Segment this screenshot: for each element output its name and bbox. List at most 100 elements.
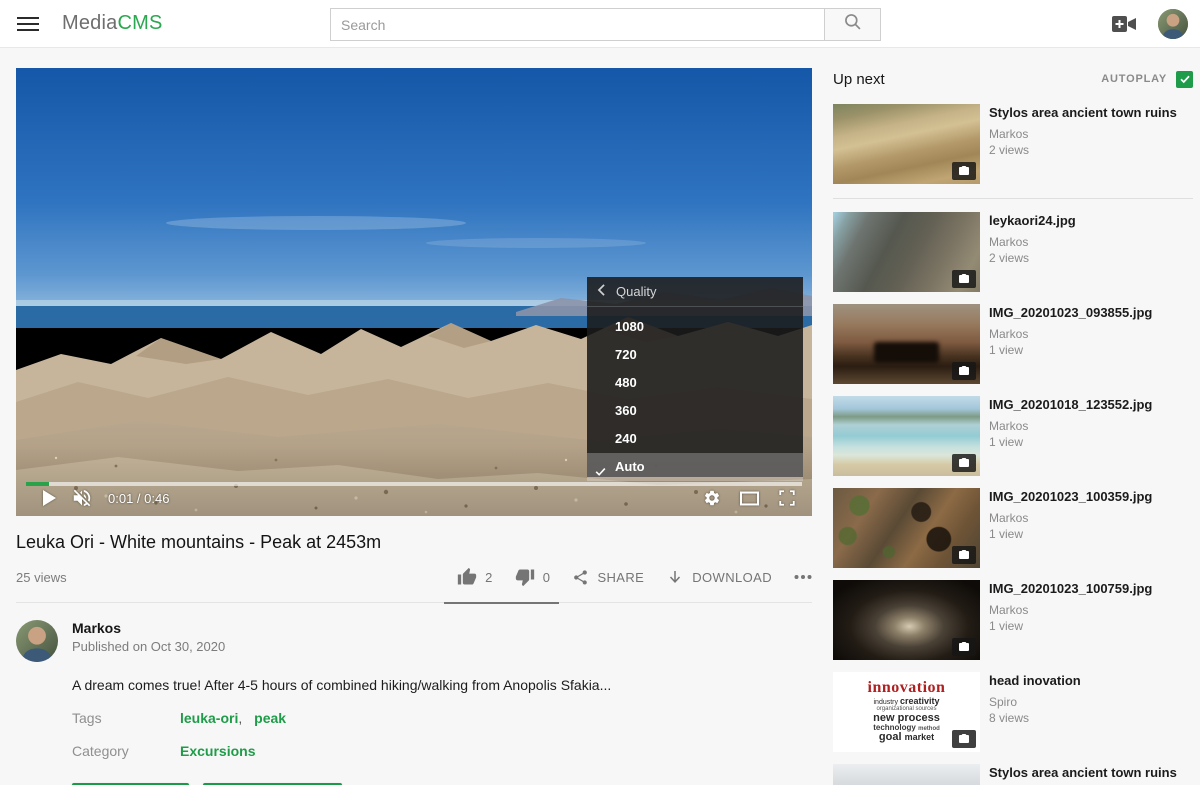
tags-row: Tags leuka-ori, peak — [72, 710, 812, 726]
thumbnail[interactable] — [833, 304, 980, 384]
quality-option-1080[interactable]: 1080 — [587, 313, 803, 341]
item-title[interactable]: leykaori24.jpg — [989, 213, 1076, 229]
item-title[interactable]: Stylos area ancient town ruins — [989, 105, 1177, 121]
item-title[interactable]: IMG_20201023_093855.jpg — [989, 305, 1152, 321]
share-button[interactable]: SHARE — [572, 569, 644, 586]
item-views: 1 view — [989, 434, 1152, 450]
brand-logo[interactable]: MediaCMS — [62, 12, 163, 35]
share-label: SHARE — [597, 570, 644, 585]
up-next-title: Up next — [833, 71, 885, 88]
more-options-button[interactable] — [794, 574, 812, 580]
fullscreen-icon[interactable] — [778, 489, 796, 507]
thumbnail[interactable] — [833, 212, 980, 292]
tag-link-leuka-ori[interactable]: leuka-ori — [180, 710, 238, 726]
item-author: Markos — [989, 234, 1076, 250]
thumbnail[interactable] — [833, 104, 980, 184]
search-icon — [843, 12, 863, 37]
thumbnail-wordcloud[interactable]: innovation industry creativity organizat… — [833, 672, 980, 752]
search-bar — [330, 8, 881, 41]
author-name[interactable]: Markos — [72, 620, 225, 636]
mediacms-page: MediaCMS — [0, 0, 1200, 785]
settings-gear-icon[interactable] — [703, 489, 721, 507]
item-views: 2 views — [989, 250, 1076, 266]
upload-media-icon[interactable] — [1111, 14, 1137, 34]
thumb-up-icon — [457, 567, 477, 587]
quality-menu: Quality 1080 720 480 360 240 Auto — [587, 277, 803, 477]
user-avatar[interactable] — [1158, 9, 1188, 39]
list-item[interactable]: IMG_20201018_123552.jpg Markos 1 view — [833, 396, 1193, 476]
quality-menu-title: Quality — [616, 284, 656, 299]
quality-option-480[interactable]: 480 — [587, 369, 803, 397]
brand-media: Media — [62, 12, 117, 34]
item-title[interactable]: Stylos area ancient town ruins — [989, 765, 1177, 781]
item-info: IMG_20201023_093855.jpg Markos 1 view — [989, 304, 1152, 384]
item-title[interactable]: IMG_20201023_100359.jpg — [989, 489, 1152, 505]
player-controls-left: 0:01 / 0:46 — [42, 487, 169, 509]
thumb-down-icon — [515, 567, 535, 587]
check-icon — [1179, 73, 1191, 85]
autoplay-control: AUTOPLAY — [1101, 71, 1193, 88]
like-button[interactable]: 2 — [457, 567, 493, 587]
thumbnail[interactable] — [833, 580, 980, 660]
autoplay-checkbox[interactable] — [1176, 71, 1193, 88]
download-icon — [666, 568, 684, 586]
photo-camera-icon — [952, 270, 976, 288]
item-title[interactable]: IMG_20201018_123552.jpg — [989, 397, 1152, 413]
category-link-excursions[interactable]: Excursions — [180, 743, 255, 759]
wordcloud-word: innovation — [868, 680, 946, 697]
time-display: 0:01 / 0:46 — [108, 491, 169, 506]
list-item[interactable]: leykaori24.jpg Markos 2 views — [833, 212, 1193, 292]
thumbnail[interactable] — [833, 764, 980, 785]
thumbnail[interactable] — [833, 488, 980, 568]
list-item[interactable]: Stylos area ancient town ruins Markos 2 … — [833, 104, 1193, 184]
item-info: head inovation Spiro 8 views — [989, 672, 1081, 752]
item-views: 1 view — [989, 618, 1152, 634]
list-item[interactable]: IMG_20201023_093855.jpg Markos 1 view — [833, 304, 1193, 384]
theater-mode-icon[interactable] — [739, 490, 760, 507]
quality-option-auto[interactable]: Auto — [587, 453, 803, 481]
tags-values: leuka-ori, peak — [180, 710, 286, 726]
more-dots-icon — [794, 574, 812, 580]
item-author: Spiro — [989, 694, 1081, 710]
download-button[interactable]: DOWNLOAD — [666, 568, 772, 586]
progress-bar[interactable] — [26, 482, 802, 486]
dislike-button[interactable]: 0 — [515, 567, 551, 587]
video-player[interactable]: 0:01 / 0:46 — [16, 68, 812, 516]
media-description: A dream comes true! After 4-5 hours of c… — [72, 677, 812, 693]
item-author: Markos — [989, 510, 1152, 526]
search-button[interactable] — [825, 8, 881, 41]
action-buttons: 2 0 SHARE DOWNLOAD — [457, 567, 812, 587]
quality-menu-header[interactable]: Quality — [587, 277, 803, 307]
list-item[interactable]: IMG_20201023_100359.jpg Markos 1 view — [833, 488, 1193, 568]
author-avatar[interactable] — [16, 620, 58, 662]
quality-option-240[interactable]: 240 — [587, 425, 803, 453]
search-input[interactable] — [330, 8, 825, 41]
list-item[interactable]: IMG_20201023_100759.jpg Markos 1 view — [833, 580, 1193, 660]
content-area: 0:01 / 0:46 — [0, 48, 1200, 785]
autoplay-label: AUTOPLAY — [1101, 73, 1167, 85]
thumbnail[interactable] — [833, 396, 980, 476]
menu-icon[interactable] — [17, 15, 39, 33]
item-title[interactable]: head inovation — [989, 673, 1081, 689]
list-item[interactable]: Stylos area ancient town ruins — [833, 764, 1193, 785]
volume-muted-icon[interactable] — [71, 487, 93, 509]
tag-link-peak[interactable]: peak — [254, 710, 286, 726]
photo-camera-icon — [952, 454, 976, 472]
play-icon[interactable] — [42, 490, 56, 506]
category-row: Category Excursions — [72, 743, 812, 759]
photo-camera-icon — [952, 362, 976, 380]
category-label: Category — [72, 743, 180, 759]
brand-cms: CMS — [117, 12, 162, 34]
quality-option-360[interactable]: 360 — [587, 397, 803, 425]
item-title[interactable]: IMG_20201023_100759.jpg — [989, 581, 1152, 597]
list-item[interactable]: innovation industry creativity organizat… — [833, 672, 1193, 752]
item-author: Markos — [989, 602, 1152, 618]
category-value: Excursions — [180, 743, 255, 759]
meta-row: 25 views 2 0 SHARE — [16, 567, 812, 603]
rating-group: 2 0 — [457, 567, 550, 587]
quality-option-720[interactable]: 720 — [587, 341, 803, 369]
dislike-count: 0 — [543, 570, 551, 585]
main-column: 0:01 / 0:46 — [16, 68, 812, 785]
chevron-left-icon — [597, 283, 606, 301]
photo-camera-icon — [952, 546, 976, 564]
